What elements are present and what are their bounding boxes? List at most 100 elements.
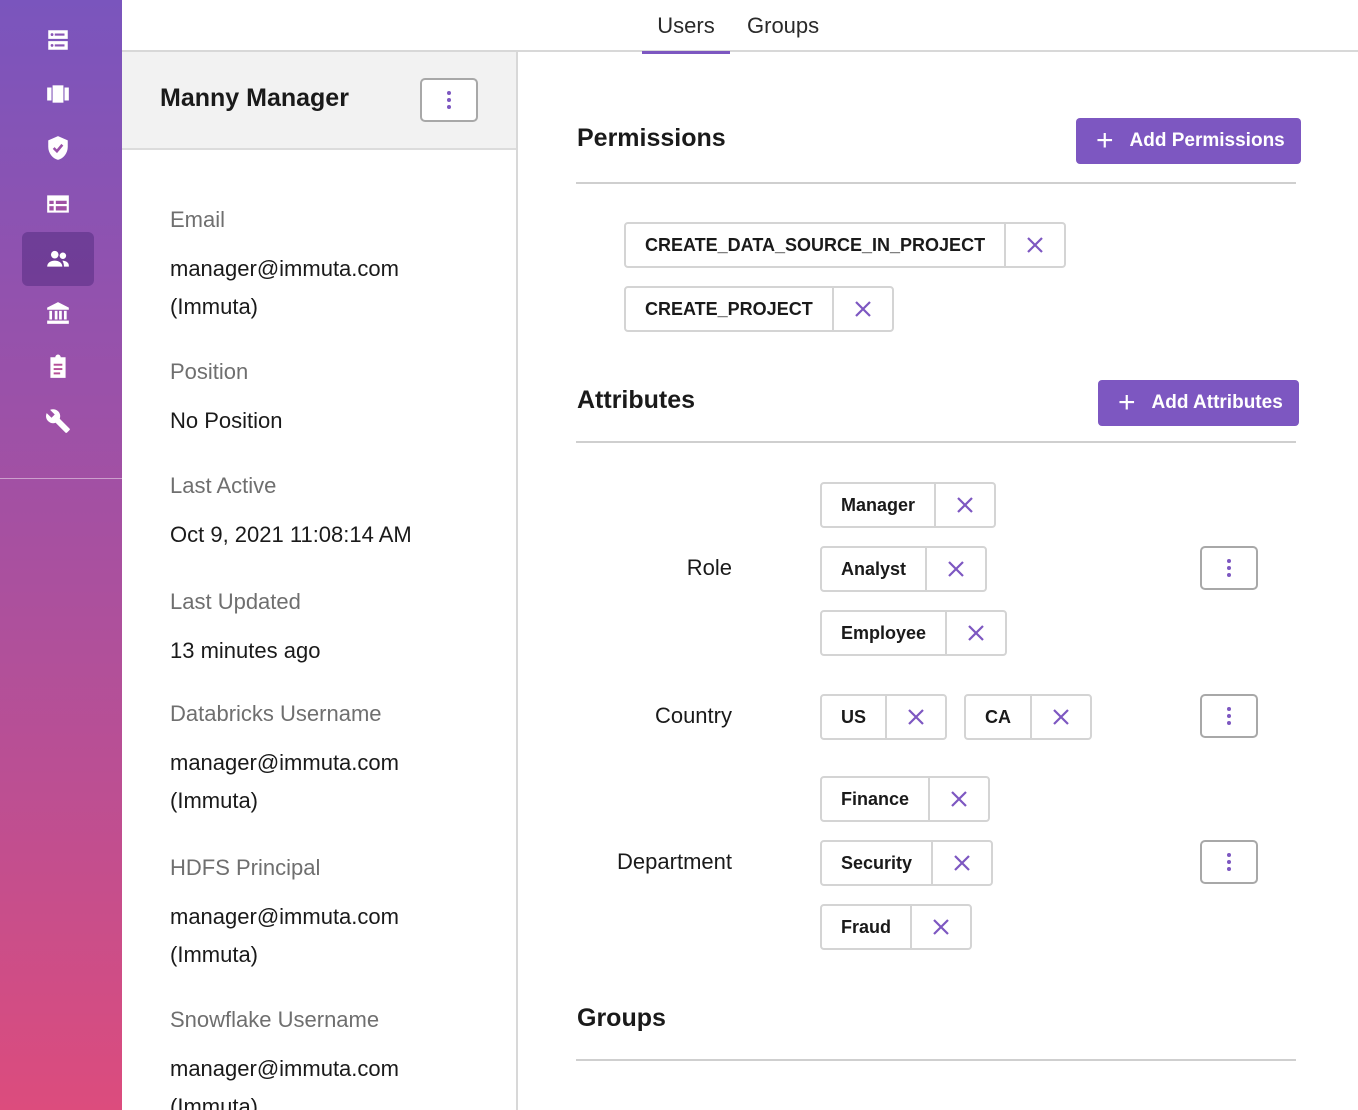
field-label: Last Updated <box>170 589 301 614</box>
field-value: No Position <box>170 408 283 433</box>
attribute-value-chip: Employee <box>820 610 1008 656</box>
attributes-divider <box>576 441 1296 443</box>
attribute-value-label: Manager <box>822 484 937 526</box>
field-label: Email <box>170 207 226 232</box>
attribute-name-role: Role <box>686 555 732 580</box>
shield-check-icon <box>48 136 68 160</box>
field-value: manager@immuta.com (Immuta) <box>170 904 399 967</box>
attribute-value-chip: Security <box>820 840 994 886</box>
remove-attribute-value-button[interactable] <box>927 548 985 590</box>
more-vertical-icon <box>1227 707 1231 725</box>
close-icon <box>908 709 924 725</box>
attribute-value-label: Fraud <box>822 906 913 948</box>
remove-permission-button[interactable] <box>834 288 892 330</box>
add-attributes-button[interactable]: + Add Attributes <box>1098 380 1299 426</box>
attribute-value-label: Analyst <box>822 548 928 590</box>
attribute-name-department: Department <box>617 849 732 874</box>
people-icon <box>47 250 69 267</box>
more-vertical-icon <box>1227 559 1231 577</box>
add-permissions-label: Add Permissions <box>1129 130 1285 151</box>
permission-label: CREATE_DATA_SOURCE_IN_PROJECT <box>626 224 1007 266</box>
user-profile-panel: Manny Manager Email manager@immuta.com (… <box>122 52 518 1110</box>
tab-users[interactable]: Users <box>642 0 730 54</box>
sidebar <box>0 0 122 1110</box>
close-icon <box>968 625 984 641</box>
nav-audit[interactable] <box>22 340 94 394</box>
add-attributes-label: Add Attributes <box>1151 392 1283 413</box>
attributes-heading: Attributes <box>577 386 696 414</box>
attribute-value-chip: Analyst <box>820 546 988 592</box>
permission-chip: CREATE_PROJECT <box>624 286 894 332</box>
groups-heading: Groups <box>577 1004 666 1032</box>
field-value: manager@immuta.com (Immuta) <box>170 1056 399 1110</box>
attribute-value-chip: US <box>820 694 948 740</box>
user-actions-button[interactable] <box>420 78 478 122</box>
close-icon <box>1053 709 1069 725</box>
attribute-value-label: US <box>822 696 888 738</box>
groups-divider <box>576 1059 1296 1061</box>
attribute-name-country: Country <box>654 703 732 728</box>
field-hdfs-principal: HDFS Principal manager@immuta.com (Immut… <box>170 854 490 974</box>
field-label: Position <box>170 359 249 384</box>
close-icon <box>954 855 970 871</box>
nav-governance[interactable] <box>22 286 94 340</box>
more-vertical-icon <box>447 91 451 109</box>
wrench-icon <box>46 409 70 433</box>
country-attribute-menu-button[interactable] <box>1200 694 1258 738</box>
projects-icon <box>47 85 69 103</box>
nav-data-sources[interactable] <box>22 13 94 67</box>
permission-label: CREATE_PROJECT <box>626 288 834 330</box>
nav-catalog[interactable] <box>22 177 94 231</box>
nav-projects[interactable] <box>22 67 94 121</box>
field-value: manager@immuta.com (Immuta) <box>170 750 399 813</box>
field-value: manager@immuta.com (Immuta) <box>170 256 399 319</box>
field-databricks-username: Databricks Username manager@immuta.com (… <box>170 700 490 820</box>
top-tab-bar: Users Groups <box>122 0 1358 54</box>
plus-icon: + <box>1096 124 1114 157</box>
remove-attribute-value-button[interactable] <box>887 696 945 738</box>
remove-permission-button[interactable] <box>1006 224 1064 266</box>
bank-icon <box>47 302 69 324</box>
field-label: Last Active <box>170 473 277 498</box>
plus-icon: + <box>1118 386 1136 419</box>
close-icon <box>951 791 967 807</box>
remove-attribute-value-button[interactable] <box>912 906 970 948</box>
user-name: Manny Manager <box>160 84 349 112</box>
remove-attribute-value-button[interactable] <box>1032 696 1090 738</box>
attribute-value-label: Finance <box>822 778 931 820</box>
remove-attribute-value-button[interactable] <box>930 778 988 820</box>
field-last-active: Last Active Oct 9, 2021 11:08:14 AM <box>170 472 490 554</box>
department-attribute-menu-button[interactable] <box>1200 840 1258 884</box>
permissions-divider <box>576 182 1296 184</box>
nav-people[interactable] <box>22 232 94 286</box>
remove-attribute-value-button[interactable] <box>936 484 994 526</box>
field-value: 13 minutes ago <box>170 638 321 663</box>
tab-groups[interactable]: Groups <box>747 0 819 52</box>
permissions-heading: Permissions <box>577 124 726 152</box>
field-label: Databricks Username <box>170 701 382 726</box>
sidebar-divider <box>0 478 122 479</box>
permission-chip: CREATE_DATA_SOURCE_IN_PROJECT <box>624 222 1067 268</box>
add-permissions-button[interactable]: + Add Permissions <box>1076 118 1301 164</box>
attribute-value-chip: Manager <box>820 482 997 528</box>
close-icon <box>933 919 949 935</box>
close-icon <box>948 561 964 577</box>
attribute-value-chip: Finance <box>820 776 991 822</box>
field-position: Position No Position <box>170 358 490 440</box>
attribute-value-label: Employee <box>822 612 948 654</box>
role-attribute-menu-button[interactable] <box>1200 546 1258 590</box>
nav-settings[interactable] <box>22 394 94 448</box>
nav-policies[interactable] <box>22 121 94 175</box>
field-label: HDFS Principal <box>170 855 321 880</box>
remove-attribute-value-button[interactable] <box>933 842 991 884</box>
clipboard-icon <box>50 354 66 378</box>
attribute-value-label: Security <box>822 842 934 884</box>
table-icon <box>47 195 69 213</box>
remove-attribute-value-button[interactable] <box>947 612 1005 654</box>
close-icon <box>957 497 973 513</box>
field-value: Oct 9, 2021 11:08:14 AM <box>170 522 412 547</box>
attribute-value-label: CA <box>966 696 1032 738</box>
attribute-value-chip: Fraud <box>820 904 973 950</box>
attribute-value-chip: CA <box>964 694 1092 740</box>
server-icon <box>48 30 68 50</box>
